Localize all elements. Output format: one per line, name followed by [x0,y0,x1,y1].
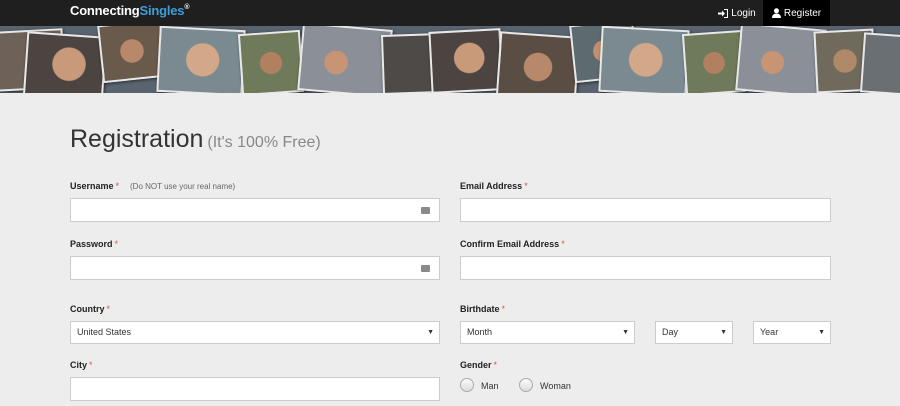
city-label: City * [70,360,93,370]
login-link[interactable]: Login [712,0,762,26]
password-input[interactable] [70,256,440,280]
gender-label: Gender * [460,360,497,370]
dropdown-arrow-icon: ▼ [427,329,434,336]
birth-day-select[interactable]: Day ▼ [655,321,733,344]
required-marker: * [524,181,528,191]
username-hint: (Do NOT use your real name) [130,182,236,191]
required-marker: * [89,360,93,370]
gender-man-radio[interactable] [460,378,474,392]
photo-collage-banner [0,26,900,93]
collage-photo [598,26,690,93]
register-label: Register [783,7,822,19]
birthdate-label-text: Birthdate [460,304,500,314]
birth-year-select[interactable]: Year ▼ [753,321,831,344]
country-select[interactable]: United States ▼ [70,321,440,344]
collage-photo [859,32,900,93]
confirm-email-label-text: Confirm Email Address [460,239,560,249]
logo-text-singles: Singles [139,3,185,18]
required-marker: * [114,239,119,249]
dropdown-arrow-icon: ▼ [818,329,825,336]
collage-photo [495,31,581,93]
register-link[interactable]: Register [763,0,830,26]
birthdate-label: Birthdate * [460,304,505,314]
required-marker: * [493,360,498,370]
collage-photo [156,26,246,93]
collage-photo [237,29,305,93]
collage-photo [22,31,108,93]
city-label-text: City [70,360,88,370]
password-label: Password * [70,239,118,249]
gender-man-label[interactable]: Man [481,381,499,391]
top-navbar: ConnectingSingles® Login Register [0,0,900,26]
dropdown-arrow-icon: ▼ [720,329,727,336]
user-icon [771,8,781,18]
logo-registered-mark: ® [184,4,190,11]
city-input[interactable] [70,377,440,401]
page-subtitle: (It's 100% Free) [207,134,321,151]
password-label-text: Password [70,239,113,249]
birth-month-value: Month [467,327,493,337]
login-label: Login [731,7,756,19]
collage-photo [297,26,393,93]
gender-woman-label[interactable]: Woman [540,381,571,391]
page-title: Registration (It's 100% Free) [70,125,321,154]
birth-year-value: Year [760,327,779,337]
keyboard-icon [421,207,430,214]
page-title-text: Registration [70,125,204,153]
confirm-email-label: Confirm Email Address * [460,239,565,249]
username-input[interactable] [70,198,440,222]
birth-day-value: Day [662,327,679,337]
email-label: Email Address * [460,181,528,191]
logo-text-connecting: Connecting [70,3,140,18]
site-logo[interactable]: ConnectingSingles® [70,3,190,18]
email-input[interactable] [460,198,831,222]
gender-label-text: Gender [460,360,492,370]
required-marker: * [501,304,506,314]
country-selected-value: United States [77,327,132,337]
country-label-text: Country [70,304,105,314]
dropdown-arrow-icon: ▼ [622,329,629,336]
email-label-text: Email Address [460,181,523,191]
confirm-email-input[interactable] [460,256,831,280]
collage-photo [428,28,504,93]
username-label-text: Username [70,181,114,191]
required-marker: * [115,181,120,191]
keyboard-icon [421,265,430,272]
gender-woman-radio[interactable] [519,378,533,392]
birth-month-select[interactable]: Month ▼ [460,321,635,344]
login-icon [718,8,729,18]
required-marker: * [106,304,111,314]
username-label: Username * [70,181,119,191]
country-label: Country * [70,304,110,314]
required-marker: * [561,239,565,249]
